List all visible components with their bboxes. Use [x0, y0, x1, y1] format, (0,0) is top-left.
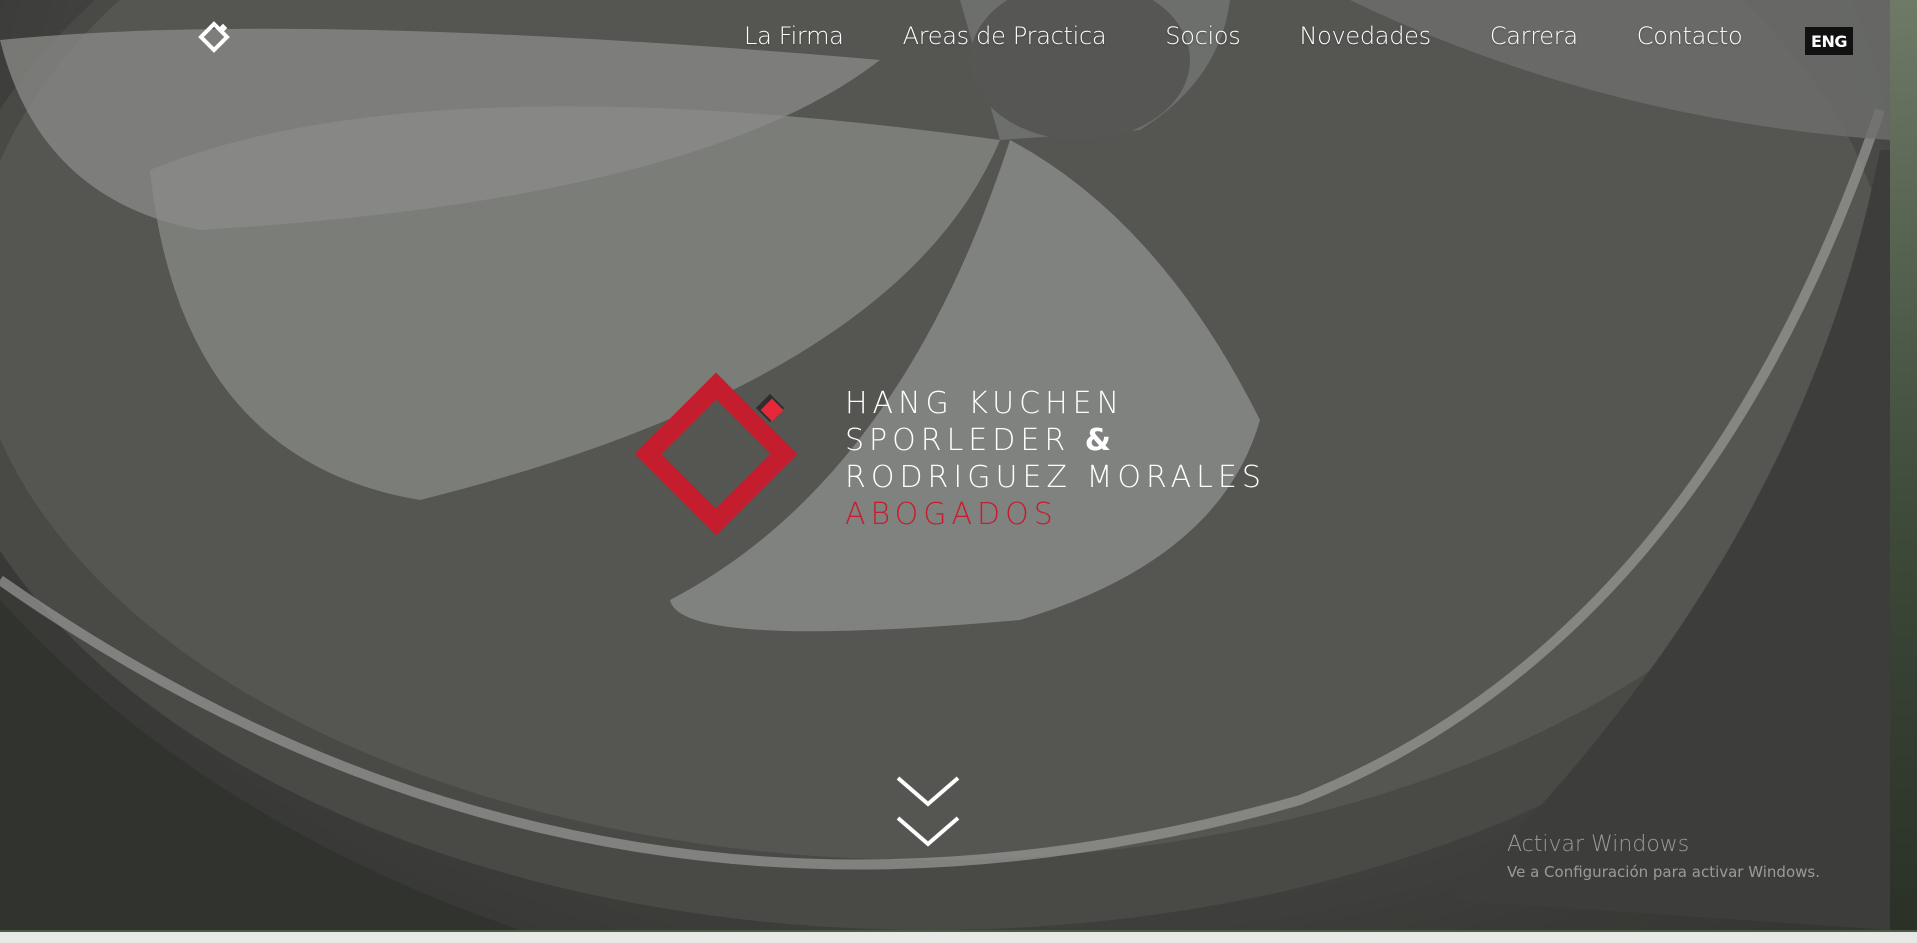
firm-name-line-1: HANG KUCHEN — [845, 386, 1125, 421]
watermark-subtitle: Ve a Configuración para activar Windows. — [1507, 863, 1820, 881]
language-toggle-button[interactable]: ENG — [1805, 27, 1853, 55]
brand-logo-icon — [628, 372, 808, 548]
firm-name-ampersand: & — [1084, 423, 1116, 458]
nav-item-la-firma[interactable]: La Firma — [744, 22, 844, 50]
firm-name-line-2: SPORLEDER & — [845, 422, 1266, 459]
nav-item-areas-de-practica[interactable]: Areas de Practica — [903, 22, 1107, 50]
scrollbar-gutter — [1890, 0, 1917, 941]
nav-item-socios[interactable]: Socios — [1165, 22, 1240, 50]
firm-name-line-2-text: SPORLEDER — [845, 423, 1071, 458]
nav-item-novedades[interactable]: Novedades — [1299, 22, 1431, 50]
windows-activation-watermark: Activar Windows Ve a Configuración para … — [1507, 832, 1820, 881]
watermark-title: Activar Windows — [1507, 832, 1690, 857]
nav-logo-icon[interactable] — [196, 20, 232, 56]
page-bottom-edge — [0, 930, 1917, 943]
firm-name-line-4: ABOGADOS — [845, 497, 1058, 532]
firm-name: HANG KUCHEN SPORLEDER & RODRIGUEZ MORALE… — [845, 385, 1266, 533]
nav-item-carrera[interactable]: Carrera — [1490, 22, 1578, 50]
main-nav: La Firma Areas de Practica Socios Noveda… — [744, 18, 1743, 54]
nav-item-contacto[interactable]: Contacto — [1637, 22, 1743, 50]
firm-name-line-3: RODRIGUEZ MORALES — [845, 460, 1266, 495]
double-chevron-down-icon[interactable] — [896, 774, 960, 850]
